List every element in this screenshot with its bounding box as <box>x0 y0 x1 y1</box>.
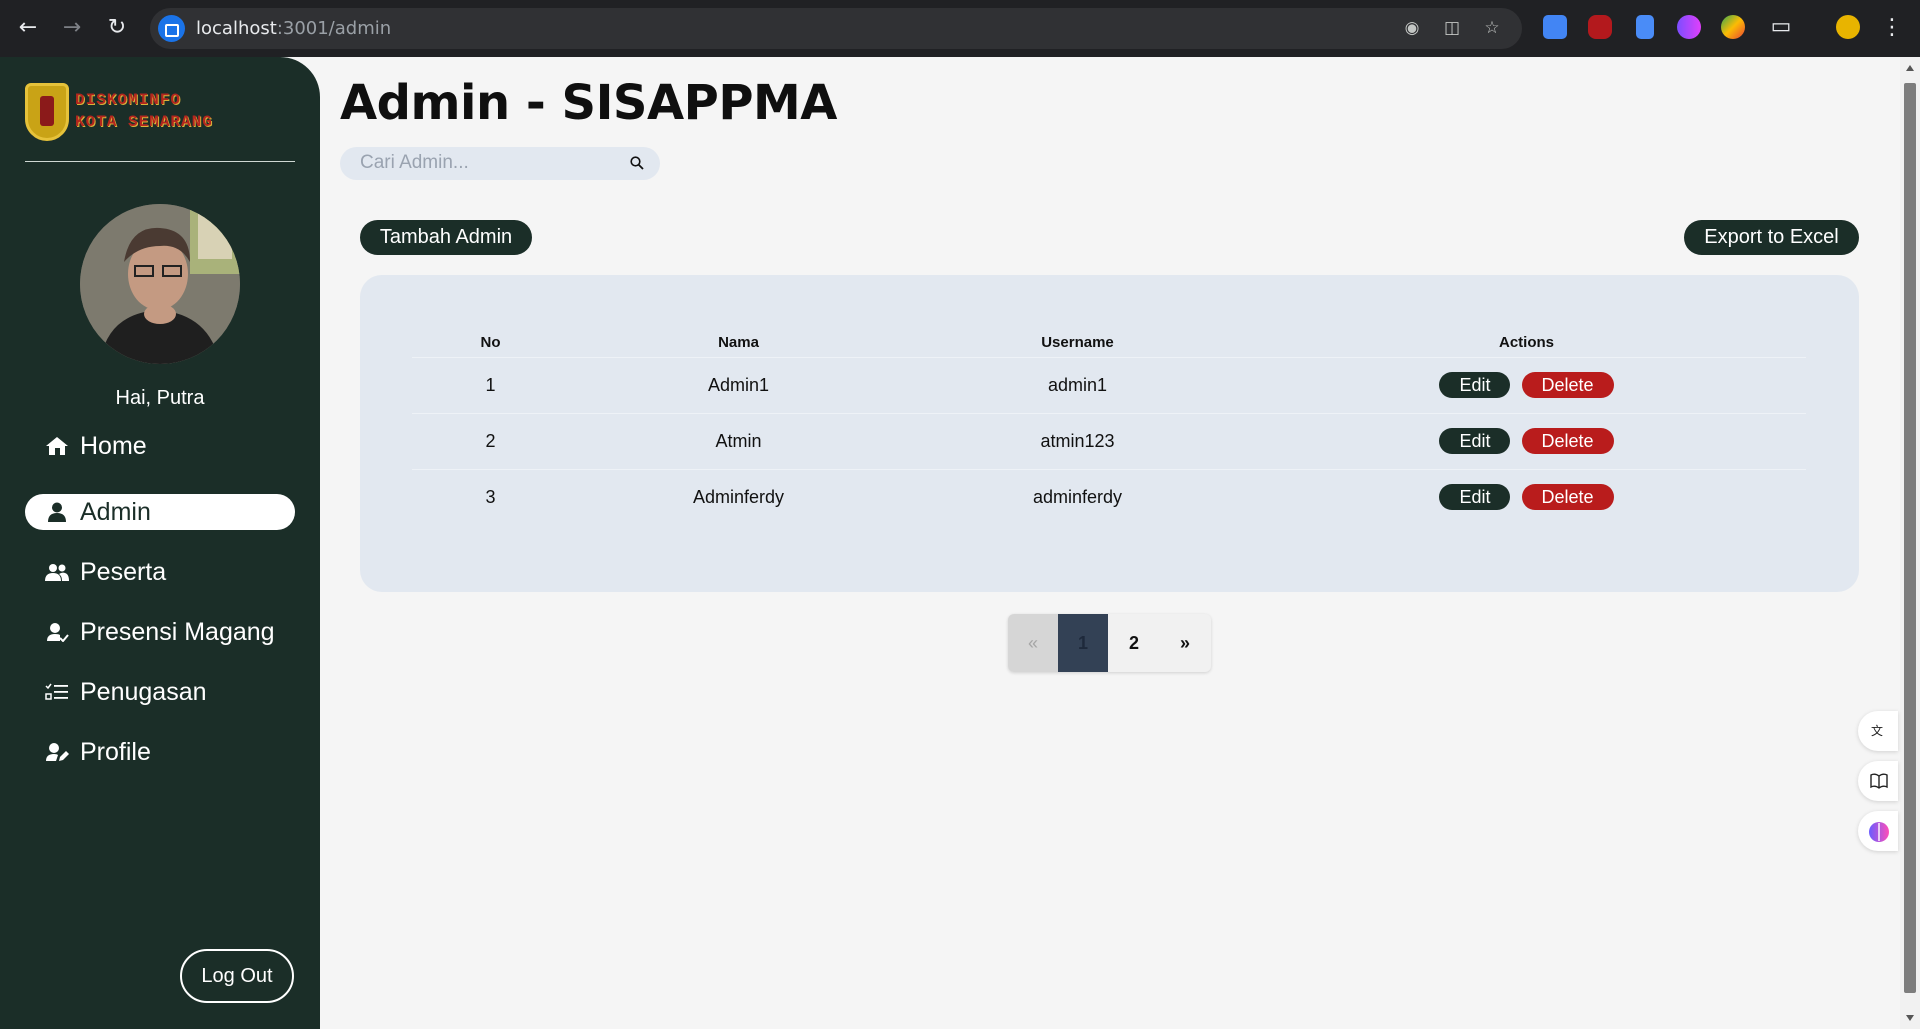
svg-text:文: 文 <box>1871 723 1883 738</box>
cell-no: 3 <box>485 486 496 507</box>
edit-button[interactable]: Edit <box>1439 372 1511 398</box>
translate-extension-icon[interactable] <box>1543 15 1567 39</box>
pagination-prev[interactable]: « <box>1008 614 1058 672</box>
export-excel-button[interactable]: Export to Excel <box>1684 220 1859 255</box>
cell-no: 1 <box>412 357 569 414</box>
pagination-page-2[interactable]: 2 <box>1109 614 1159 672</box>
cell-actions: Edit Delete <box>1247 413 1806 470</box>
cell-actions: Edit Delete <box>1247 469 1806 525</box>
menu-kebab-icon[interactable]: ⋮ <box>1878 14 1906 42</box>
sidebar-item-home[interactable]: Home <box>25 428 295 464</box>
admin-table-card: No Nama Username Actions 1 Admin1 admin1… <box>360 275 1859 592</box>
sidebar-item-label: Admin <box>80 498 151 526</box>
profile-avatar-icon[interactable] <box>1836 15 1860 39</box>
brain-extension-icon[interactable] <box>1677 15 1701 39</box>
cell-username: atmin123 <box>908 413 1247 470</box>
browser-toolbar: ← → ↻ localhost:3001/admin ◉ ◫ ☆ ▭ ⋮ <box>0 0 1920 57</box>
sidebar-item-label: Peserta <box>80 558 167 586</box>
user-check-icon <box>47 623 69 642</box>
cell-username: admin1 <box>908 357 1247 414</box>
page-title: Admin - SISAPPMA <box>340 75 837 131</box>
forward-icon[interactable]: → <box>58 14 86 42</box>
edit-button[interactable]: Edit <box>1439 428 1511 454</box>
sidebar-item-admin[interactable]: Admin <box>25 494 295 530</box>
scroll-thumb[interactable] <box>1904 83 1916 993</box>
sidebar-item-penugasan[interactable]: Penugasan <box>25 674 295 710</box>
docs-extension-icon[interactable] <box>1636 15 1654 39</box>
brain-icon <box>1869 822 1889 842</box>
translate-float-button[interactable]: 文 <box>1858 711 1898 751</box>
search-input[interactable] <box>360 152 620 174</box>
page-scrollbar[interactable] <box>1900 57 1920 1029</box>
table-row: 3 Adminferdy adminferdy Edit Delete <box>412 469 1806 525</box>
sidebar-item-label: Presensi Magang <box>80 618 275 646</box>
cell-username: adminferdy <box>1032 486 1123 507</box>
city-emblem-icon <box>25 83 69 141</box>
scroll-down-arrow-icon[interactable] <box>1906 1015 1914 1021</box>
admin-table: No Nama Username Actions 1 Admin1 admin1… <box>412 328 1806 525</box>
table-row: 2 Atmin atmin123 Edit Delete <box>412 413 1806 470</box>
user-edit-icon <box>46 743 69 761</box>
home-icon <box>46 437 68 455</box>
logout-button[interactable]: Log Out <box>180 949 294 1003</box>
sidebar-item-peserta[interactable]: Peserta <box>25 554 295 590</box>
task-list-icon <box>45 683 68 700</box>
sidebar: DISKOMINFO KOTA SEMARANG Hai, Putra Home… <box>0 57 320 1029</box>
table-header-row: No Nama Username Actions <box>412 328 1806 358</box>
ublock-extension-icon[interactable] <box>1588 15 1612 39</box>
reader-float-button[interactable] <box>1858 761 1898 801</box>
translate-icon: 文 <box>1871 723 1883 738</box>
pagination-page-1[interactable]: 1 <box>1058 614 1108 672</box>
extensions-puzzle-icon[interactable]: ▭ <box>1767 13 1795 41</box>
delete-button[interactable]: Delete <box>1521 372 1614 398</box>
greeting-text: Hai, Putra <box>115 387 205 409</box>
pagination-next[interactable]: » <box>1160 614 1210 672</box>
table-row: 1 Admin1 admin1 Edit Delete <box>412 357 1806 414</box>
sidebar-item-label: Penugasan <box>80 678 207 706</box>
location-icon[interactable]: ◉ <box>1401 17 1423 39</box>
install-app-icon[interactable]: ◫ <box>1441 17 1463 39</box>
sidebar-divider <box>25 161 295 162</box>
sidebar-item-presensi-magang[interactable]: Presensi Magang <box>25 614 295 650</box>
sidebar-item-label: Home <box>80 432 147 460</box>
sidebar-item-profile[interactable]: Profile <box>25 734 295 770</box>
column-header-no: No <box>412 328 569 358</box>
user-icon <box>48 502 66 522</box>
logo-line-1: DISKOMINFO <box>75 91 182 109</box>
column-header-actions: Actions <box>1247 328 1806 358</box>
ai-float-button[interactable] <box>1858 811 1898 851</box>
search-bar <box>340 147 660 180</box>
add-admin-button[interactable]: Tambah Admin <box>360 220 532 255</box>
reload-icon[interactable]: ↻ <box>103 14 131 42</box>
avatar <box>80 204 240 364</box>
site-info-icon[interactable] <box>158 15 185 42</box>
cell-nama: Admin1 <box>569 357 908 414</box>
delete-button[interactable]: Delete <box>1521 484 1614 511</box>
cell-nama: Adminferdy <box>692 486 785 507</box>
column-header-nama: Nama <box>569 328 908 358</box>
address-bar[interactable]: localhost:3001/admin ◉ ◫ ☆ <box>150 8 1522 49</box>
edit-button[interactable]: Edit <box>1439 484 1511 511</box>
scroll-up-arrow-icon[interactable] <box>1906 65 1914 71</box>
column-header-username: Username <box>908 328 1247 358</box>
logo: DISKOMINFO KOTA SEMARANG <box>25 83 230 143</box>
cell-no: 2 <box>412 413 569 470</box>
bookmark-star-icon[interactable]: ☆ <box>1481 17 1503 39</box>
logo-line-2: KOTA SEMARANG <box>75 113 213 131</box>
search-icon[interactable] <box>630 156 644 170</box>
book-open-icon <box>1870 773 1888 789</box>
sidebar-item-label: Profile <box>80 738 151 766</box>
cell-nama: Atmin <box>569 413 908 470</box>
pagination: « 1 2 » <box>1008 614 1211 672</box>
cell-actions: Edit Delete <box>1247 357 1806 414</box>
users-icon <box>45 564 69 581</box>
back-icon[interactable]: ← <box>14 14 42 42</box>
delete-button[interactable]: Delete <box>1521 428 1614 454</box>
url-text[interactable]: localhost:3001/admin <box>196 18 391 39</box>
colorful-extension-icon[interactable] <box>1721 15 1745 39</box>
